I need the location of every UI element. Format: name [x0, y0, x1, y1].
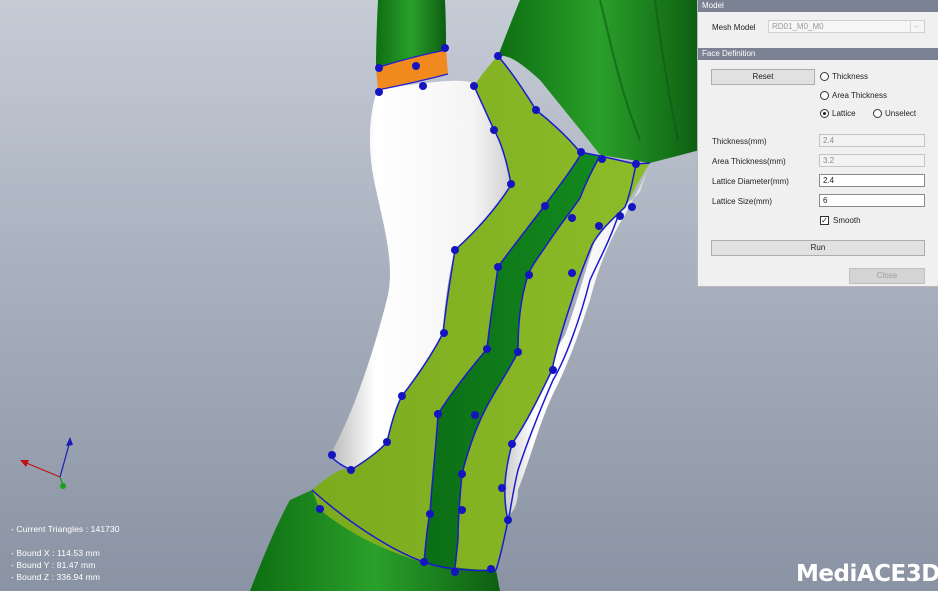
chevron-down-icon: ⌵ [910, 21, 922, 32]
control-panel: Model Mesh Model RD01_M0_M0 ⌵ Face Defin… [697, 0, 938, 287]
lattice-size-field[interactable]: 6 [819, 194, 925, 207]
lattice-diameter-label: Lattice Diameter(mm) [712, 177, 789, 186]
model-header: Model [698, 0, 938, 12]
smooth-checkbox[interactable]: ✓ [820, 216, 829, 225]
mesh-model-select[interactable]: RD01_M0_M0 ⌵ [768, 20, 925, 33]
mediace3d-logo: MediACE3D [796, 561, 938, 587]
area-thickness-label: Area Thickness(mm) [712, 157, 786, 166]
thickness-label: Thickness(mm) [712, 137, 767, 146]
thickness-radio[interactable] [820, 72, 829, 81]
lattice-radio[interactable] [820, 109, 829, 118]
close-button[interactable]: Close [849, 268, 925, 284]
face-definition-header: Face Definition [698, 48, 938, 60]
run-button[interactable]: Run [711, 240, 925, 256]
info-triangles: - Current Triangles : 141730 [11, 524, 120, 534]
thickness-radio-label: Thickness [832, 72, 869, 81]
reset-button[interactable]: Reset [711, 69, 815, 85]
info-bound-x: - Bound X : 114.53 mm [11, 548, 100, 558]
lattice-size-label: Lattice Size(mm) [712, 197, 773, 206]
area-thickness-radio[interactable] [820, 91, 829, 100]
lattice-radio-label: Lattice [832, 109, 856, 118]
info-bound-y: - Bound Y : 81.47 mm [11, 560, 96, 570]
unselect-radio-label: Unselect [885, 109, 917, 118]
thickness-field[interactable]: 2.4 [819, 134, 925, 147]
info-bound-z: - Bound Z : 336.94 mm [11, 572, 101, 582]
area-thickness-field[interactable]: 3.2 [819, 154, 925, 167]
area-thickness-radio-label: Area Thickness [832, 91, 887, 100]
mesh-model-value: RD01_M0_M0 [772, 22, 824, 31]
unselect-radio[interactable] [873, 109, 882, 118]
axis-triad-icon [20, 437, 73, 489]
mesh-model-label: Mesh Model [712, 23, 756, 32]
smooth-label: Smooth [833, 216, 861, 225]
lattice-diameter-field[interactable]: 2.4 [819, 174, 925, 187]
